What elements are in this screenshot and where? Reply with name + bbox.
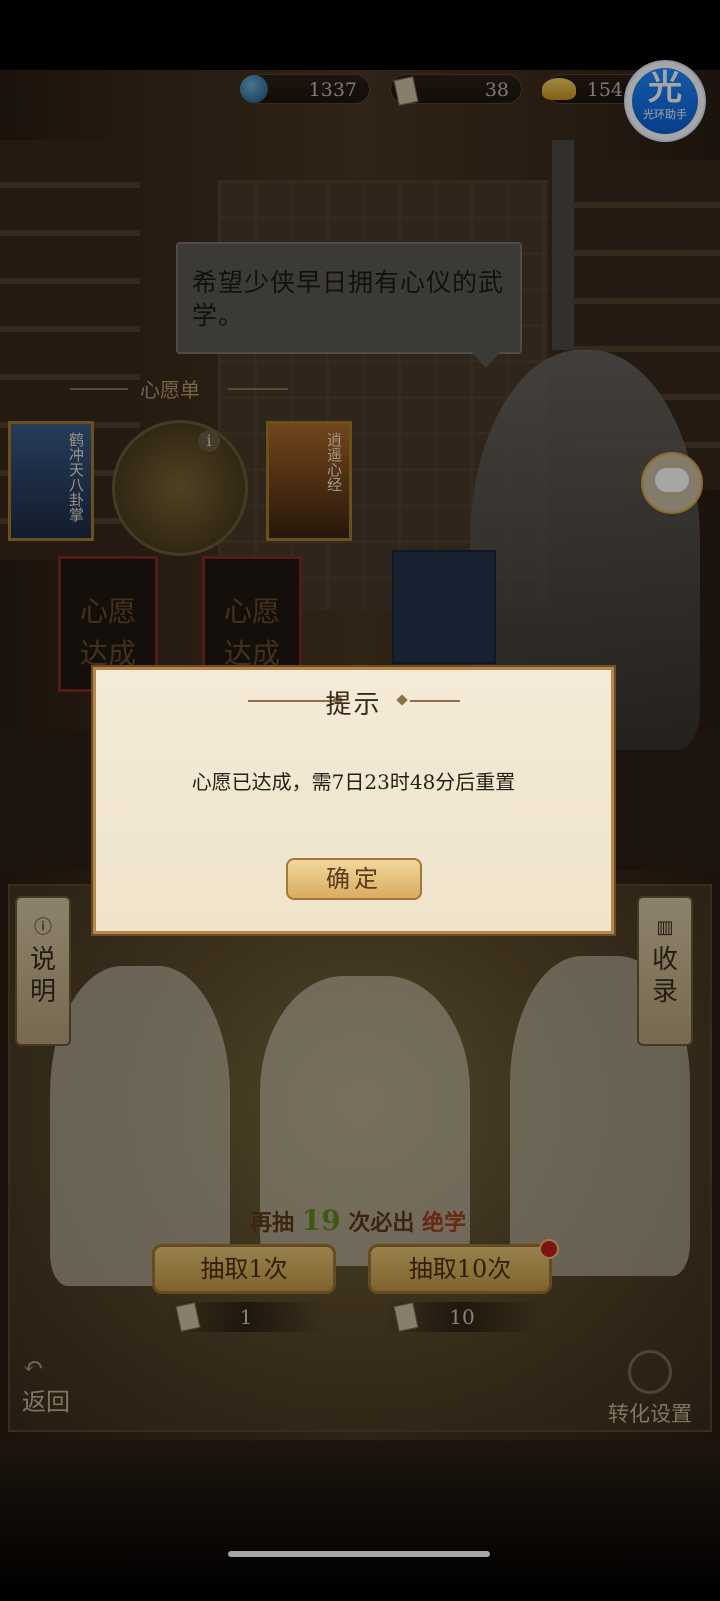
dialog-title: 提示 bbox=[325, 690, 382, 720]
title-ornament-right bbox=[410, 700, 460, 702]
confirm-button[interactable]: 确定 bbox=[286, 858, 422, 900]
notice-dialog: 提示 心愿已达成，需7日23时48分后重置 确定 bbox=[93, 667, 614, 934]
confirm-label: 确定 bbox=[326, 865, 382, 893]
dialog-message: 心愿已达成，需7日23时48分后重置 bbox=[191, 770, 516, 794]
